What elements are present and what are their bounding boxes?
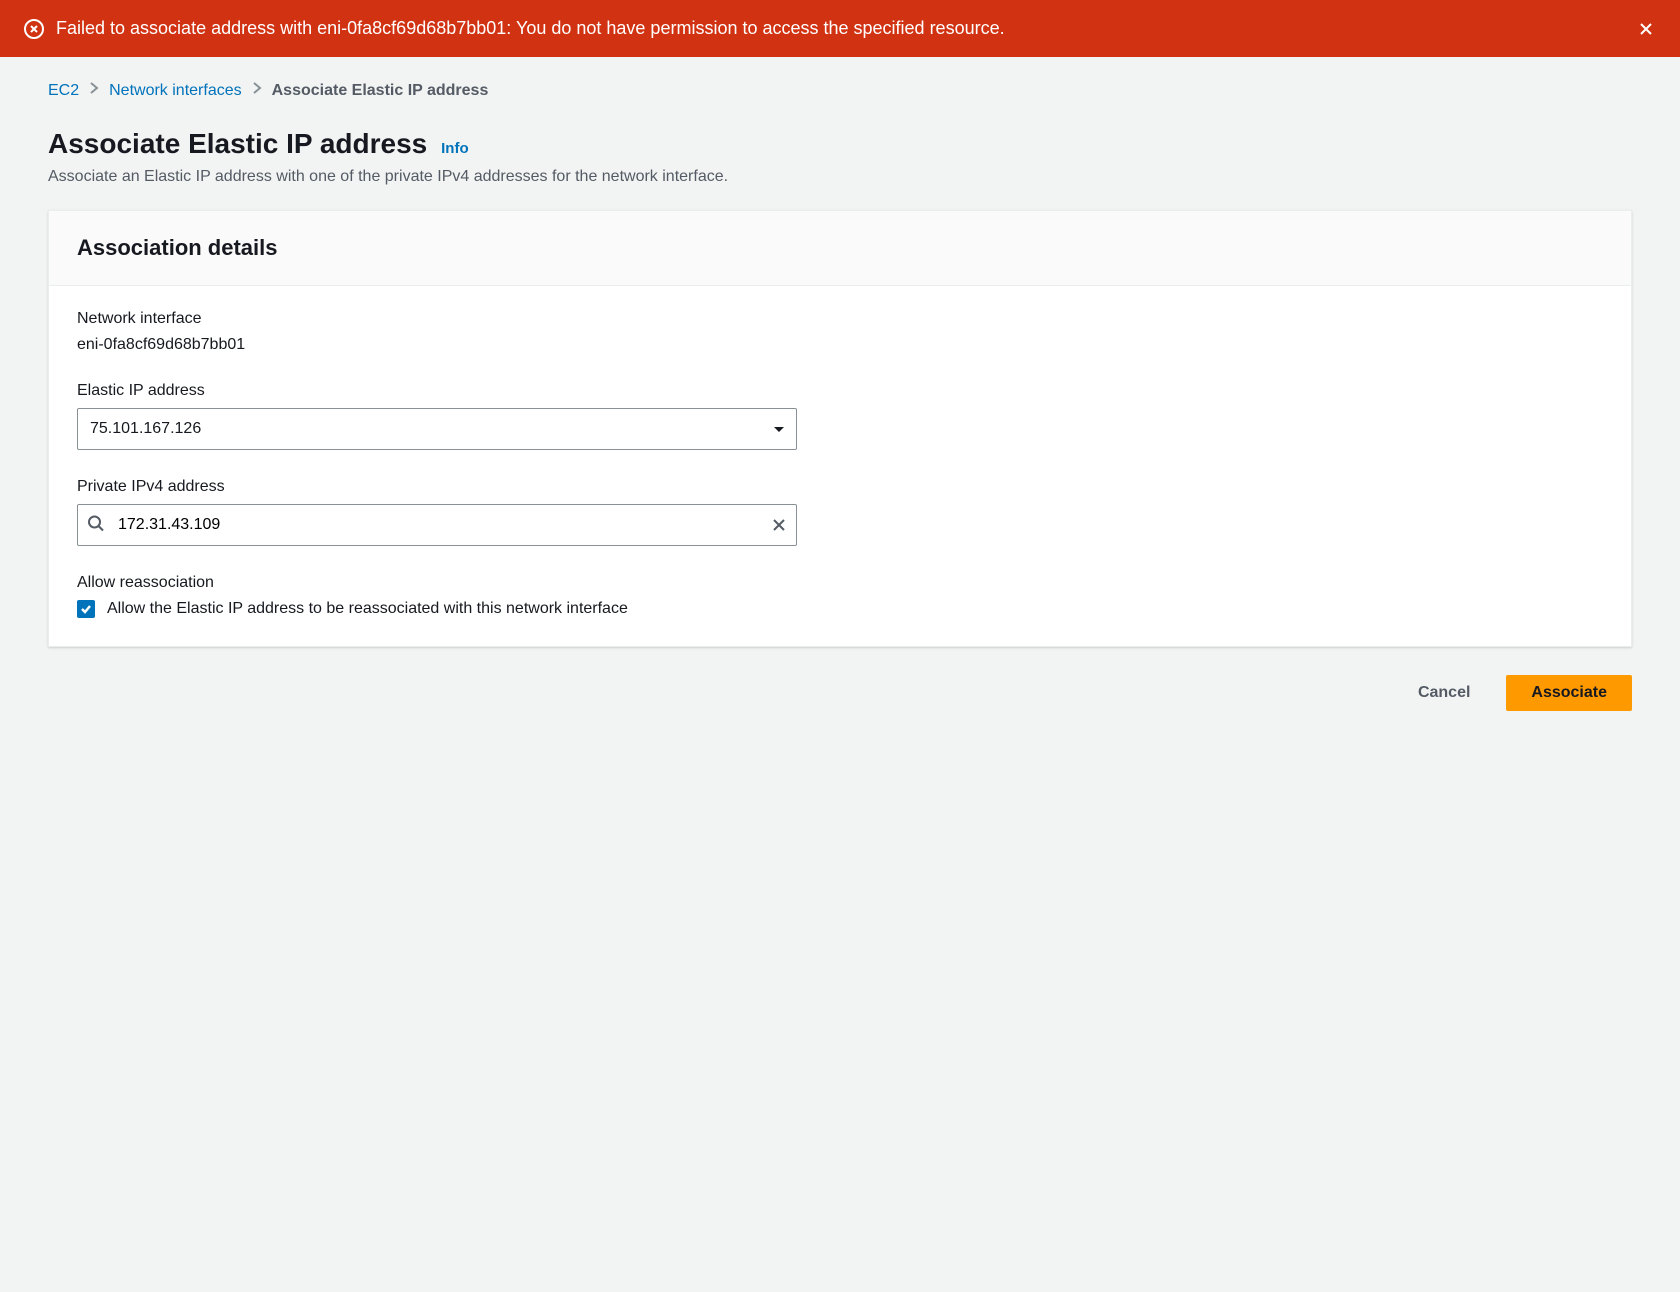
error-message: Failed to associate address with eni-0fa…: [56, 16, 1005, 41]
elastic-ip-label: Elastic IP address: [77, 382, 1603, 400]
breadcrumb-ec2[interactable]: EC2: [48, 82, 79, 100]
cancel-button[interactable]: Cancel: [1394, 675, 1494, 711]
clear-icon[interactable]: [771, 517, 787, 533]
reassociation-checkbox[interactable]: [77, 600, 95, 618]
elastic-ip-select[interactable]: 75.101.167.126: [77, 408, 797, 450]
reassociation-checkbox-label[interactable]: Allow the Elastic IP address to be reass…: [107, 600, 628, 618]
chevron-right-icon: [252, 81, 262, 100]
close-icon[interactable]: [1636, 19, 1656, 39]
network-interface-label: Network interface: [77, 310, 1603, 328]
breadcrumb: EC2 Network interfaces Associate Elastic…: [48, 81, 1632, 100]
network-interface-value: eni-0fa8cf69d68b7bb01: [77, 336, 1603, 354]
page-description: Associate an Elastic IP address with one…: [48, 168, 1632, 186]
error-banner: Failed to associate address with eni-0fa…: [0, 0, 1680, 57]
chevron-right-icon: [89, 81, 99, 100]
breadcrumb-network-interfaces[interactable]: Network interfaces: [109, 82, 242, 100]
info-link[interactable]: Info: [441, 140, 469, 157]
private-ip-label: Private IPv4 address: [77, 478, 1603, 496]
reassociation-label: Allow reassociation: [77, 574, 1603, 592]
error-icon: [24, 19, 44, 39]
associate-button[interactable]: Associate: [1506, 675, 1632, 711]
elastic-ip-value: 75.101.167.126: [90, 420, 201, 438]
private-ip-input[interactable]: [77, 504, 797, 546]
panel-title: Association details: [77, 235, 1603, 261]
association-details-panel: Association details Network interface en…: [48, 210, 1632, 647]
page-title: Associate Elastic IP address: [48, 128, 427, 160]
breadcrumb-current: Associate Elastic IP address: [272, 82, 489, 100]
